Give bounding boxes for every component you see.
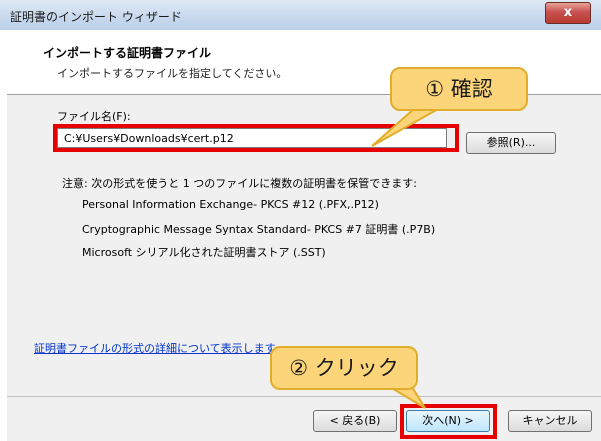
import-wizard-window: 証明書のインポート ウィザード x インポートする証明書ファイル インポートする… (0, 0, 601, 441)
callout-pointer-step1 (371, 107, 444, 147)
callout-step1: ① 確認 (390, 67, 528, 111)
callout-pointer-step2 (386, 386, 426, 409)
callout-step2: ② クリック (270, 346, 418, 390)
